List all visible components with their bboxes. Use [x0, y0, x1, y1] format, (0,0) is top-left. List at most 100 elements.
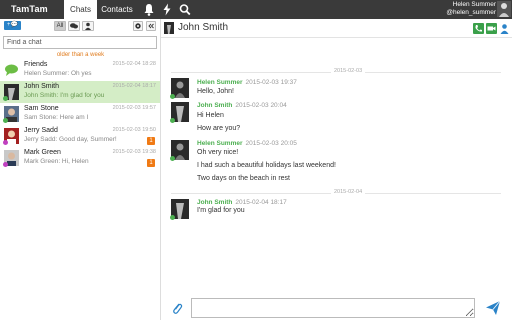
online-status-dot [170, 118, 175, 123]
chat-list-item[interactable]: John Smith John Smith: I'm glad for you … [0, 81, 160, 103]
message-text: I had such a beautiful holidays last wee… [197, 162, 336, 169]
avatar[interactable] [164, 22, 174, 34]
chat-preview: Mark Green: Hi, Helen [24, 158, 89, 165]
chat-name: Sam Stone [24, 105, 59, 112]
chat-list-panel: +💬 All older than a week Friends Helen S… [0, 19, 161, 320]
chat-title: John Smith [178, 22, 229, 33]
chat-bubbles-icon [70, 23, 78, 29]
message-header: Helen Summer 2015-02-03 20:05 [197, 140, 297, 147]
avatar[interactable] [170, 78, 189, 99]
unread-badge: 1 [147, 137, 155, 145]
avatar[interactable] [170, 102, 189, 123]
older-than-week-label: older than a week [56, 52, 105, 58]
message-header: John Smith 2015-02-04 18:17 [197, 199, 287, 206]
current-user-name: Helen Summer [452, 1, 496, 8]
settings-button[interactable] [133, 21, 143, 31]
chat-header: John Smith [161, 19, 512, 38]
message-text: I'm glad for you [197, 207, 245, 214]
chat-list-item[interactable]: Mark Green Mark Green: Hi, Helen 2015-02… [0, 147, 160, 169]
message-time: 2015-02-03 20:04 [235, 102, 287, 109]
online-status-dot [170, 94, 175, 99]
collapse-panel-button[interactable] [146, 21, 156, 31]
top-navigation-bar: TamTam Chats Contacts Helen Summer @hele… [0, 0, 512, 19]
online-status-dot [3, 96, 8, 101]
chat-preview: Sam Stone: Here am I [24, 114, 89, 121]
bell-icon[interactable] [143, 3, 155, 16]
date-separator: 2015-02-03 [171, 68, 501, 76]
person-icon [500, 24, 509, 34]
avatar [3, 150, 19, 167]
date-separator: 2015-02-04 [171, 189, 501, 197]
date-label: 2015-02-04 [331, 189, 366, 195]
message-composer [161, 297, 512, 320]
avatar [3, 106, 19, 123]
message-time: 2015-02-03 19:37 [245, 79, 297, 86]
chat-name: Friends [24, 61, 48, 68]
bolt-icon[interactable] [161, 3, 173, 16]
avatar[interactable] [170, 199, 189, 220]
away-status-dot [3, 140, 8, 145]
chat-name: Jerry Sadd [24, 127, 58, 134]
message-header: Helen Summer 2015-02-03 19:37 [197, 79, 297, 86]
message-author: Helen Summer [197, 79, 243, 86]
message-text: Oh very nice! [197, 149, 239, 156]
chat-time: 2015-02-03 19:50 [112, 127, 156, 133]
current-user-handle: @helen_summer [446, 9, 496, 16]
online-status-dot [170, 156, 175, 161]
chat-search-input[interactable] [3, 36, 157, 49]
app-brand: TamTam [11, 4, 48, 14]
tab-chats[interactable]: Chats [64, 0, 97, 19]
gear-icon [135, 23, 141, 29]
chat-time: 2015-02-03 19:57 [112, 105, 156, 111]
online-status-dot [170, 215, 175, 220]
group-chat-icon [4, 62, 19, 78]
chat-time: 2015-02-04 18:17 [112, 83, 156, 89]
message-text: How are you? [197, 125, 241, 132]
message-time: 2015-02-04 18:17 [235, 199, 287, 206]
video-camera-icon [487, 26, 496, 31]
current-user-avatar[interactable] [497, 1, 511, 17]
avatar[interactable] [170, 140, 189, 161]
current-user[interactable]: Helen Summer @helen_summer [446, 1, 496, 17]
away-status-dot [3, 162, 8, 167]
send-icon[interactable] [485, 300, 501, 316]
message-header: John Smith 2015-02-03 20:04 [197, 102, 287, 109]
chat-preview: John Smith: I'm glad for you [24, 92, 105, 99]
online-status-dot [3, 118, 8, 123]
chat-time: 2015-02-04 18:28 [112, 61, 156, 67]
video-call-button[interactable] [486, 23, 497, 34]
phone-icon [475, 25, 482, 32]
message-text: Hi Helen [197, 112, 224, 119]
message-input[interactable] [191, 298, 475, 318]
message-text: Two days on the beach in rest [197, 175, 290, 182]
message-author: John Smith [197, 199, 233, 206]
chat-list-item[interactable]: Friends Helen Summer: Oh yes 2015-02-04 … [0, 59, 160, 81]
chat-preview: Helen Summer: Oh yes [24, 70, 92, 77]
message-text: Hello, John! [197, 88, 234, 95]
chat-list-item[interactable]: Sam Stone Sam Stone: Here am I 2015-02-0… [0, 103, 160, 125]
conversation-panel: John Smith 2015-02-03 Helen Summer 2015-0… [161, 19, 512, 320]
chat-list-item[interactable]: Jerry Sadd Jerry Sadd: Good day, Summer!… [0, 125, 160, 147]
attach-paperclip-icon[interactable] [171, 301, 183, 315]
message-author: John Smith [197, 102, 233, 109]
avatar [3, 128, 19, 145]
avatar [3, 84, 19, 101]
chevrons-left-icon [148, 23, 154, 29]
filter-contacts-button[interactable] [82, 21, 94, 31]
filter-all-button[interactable]: All [54, 21, 66, 31]
message-time: 2015-02-03 20:05 [245, 140, 297, 147]
date-label: 2015-02-03 [331, 68, 366, 74]
chat-name: John Smith [24, 83, 60, 90]
new-chat-button[interactable]: +💬 [4, 21, 21, 30]
filter-group-chats-button[interactable] [68, 21, 80, 31]
unread-badge: 1 [147, 159, 155, 167]
chat-time: 2015-02-03 19:38 [112, 149, 156, 155]
tab-contacts[interactable]: Contacts [97, 0, 137, 19]
chat-name: Mark Green [24, 149, 61, 156]
search-icon[interactable] [179, 3, 191, 16]
person-icon [85, 22, 91, 30]
message-author: Helen Summer [197, 140, 243, 147]
call-button[interactable] [473, 23, 484, 34]
chat-preview: Jerry Sadd: Good day, Summer! [24, 136, 117, 143]
contact-info-button[interactable] [499, 23, 510, 34]
